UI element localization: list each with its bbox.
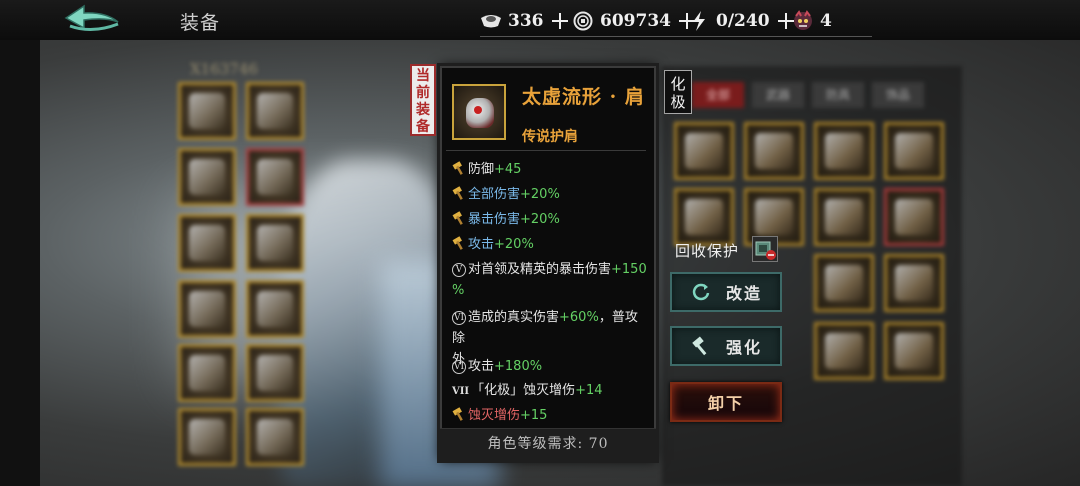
demon-resource: 4	[792, 8, 872, 37]
stat-line: VII 「化极」蚀灭增伤+14	[452, 380, 648, 402]
ingot-value: 336	[508, 11, 544, 31]
tab-accessory[interactable]: 饰品	[872, 82, 924, 108]
equip-slot[interactable]	[178, 280, 236, 338]
coin-resource: 609734	[572, 8, 705, 37]
inventory-slot[interactable]	[884, 322, 944, 380]
inventory-slot[interactable]	[884, 254, 944, 312]
stamina-value: 0/240	[716, 11, 770, 31]
shoulder-armor-icon	[452, 84, 506, 140]
stamina-resource: 0/240	[688, 8, 804, 37]
inventory-slot[interactable]	[674, 122, 734, 180]
back-arrow-icon[interactable]	[62, 4, 124, 36]
item-type: 传说护肩	[522, 129, 578, 145]
equip-slot[interactable]	[178, 408, 236, 466]
stat-line: 暴击伤害+20%	[452, 209, 648, 230]
tab-weapon[interactable]: 武器	[752, 82, 804, 108]
stat-line: 防御+45	[452, 159, 648, 180]
tab-all[interactable]: 全部	[692, 82, 744, 108]
tier-v-icon: V	[452, 263, 466, 277]
equip-slot[interactable]	[246, 148, 304, 206]
inventory-slot[interactable]	[814, 322, 874, 380]
recycle-protect-toggle[interactable]	[752, 236, 778, 262]
inventory-slot[interactable]	[884, 122, 944, 180]
item-name: 太虚流形 · 肩	[522, 86, 645, 108]
add-ingot-button[interactable]	[550, 11, 570, 31]
equipped-tag: 当 前 装 备	[410, 64, 436, 136]
stat-line: 攻击+20%	[452, 234, 648, 255]
hammer-icon	[452, 211, 463, 225]
stat-line: 蚀灭增伤+15	[452, 405, 648, 426]
level-requirement: 角色等级需求: 70	[440, 428, 656, 460]
equip-slot[interactable]	[246, 408, 304, 466]
inventory-slot[interactable]	[814, 122, 874, 180]
enhance-button[interactable]: 强化	[670, 326, 782, 366]
coin-value: 609734	[600, 11, 671, 31]
huaji-badge: 化 极	[664, 70, 692, 114]
refresh-icon	[690, 281, 712, 303]
top-bar: 装备 336 609734 0/240 4	[0, 0, 1080, 40]
tier-vi-icon: VI	[452, 311, 466, 325]
ingot-icon	[480, 10, 502, 32]
hammer-icon	[452, 407, 463, 421]
stat-line: V 对首领及精英的暴击伤害+150%	[452, 262, 647, 298]
inventory-slot[interactable]	[744, 122, 804, 180]
inventory-slot[interactable]	[674, 188, 734, 246]
demon-mask-icon	[792, 10, 814, 32]
hammer-icon	[452, 161, 463, 175]
equip-slot[interactable]	[178, 148, 236, 206]
reforge-button[interactable]: 改造	[670, 272, 782, 312]
tier-vii-icon: VII	[452, 386, 470, 397]
stat-line: VI 攻击+180%	[452, 359, 543, 374]
equip-slot[interactable]	[246, 344, 304, 402]
page-title: 装备	[180, 12, 221, 34]
inventory-slot[interactable]	[884, 188, 944, 246]
equip-slot[interactable]	[246, 214, 304, 272]
demon-value: 4	[820, 11, 832, 31]
divider	[446, 150, 646, 151]
stat-line: 全部伤害+20%	[452, 184, 648, 205]
lightning-icon	[688, 10, 710, 32]
equip-slot[interactable]	[178, 214, 236, 272]
equip-slot[interactable]	[246, 280, 304, 338]
tier-vi-icon: VI	[452, 360, 466, 374]
hammer-icon	[452, 186, 463, 200]
unequip-button[interactable]: 卸下	[670, 382, 782, 422]
inventory-slot[interactable]	[814, 188, 874, 246]
equip-slot[interactable]	[178, 82, 236, 140]
coin-icon	[572, 10, 594, 32]
inventory-slot[interactable]	[814, 254, 874, 312]
ingot-resource: 336	[480, 8, 578, 37]
lock-box-icon	[755, 241, 776, 260]
hammer-icon	[690, 335, 712, 357]
recycle-protect-label: 回收保护	[675, 242, 740, 260]
equip-slot[interactable]	[178, 344, 236, 402]
character-id: X163746	[190, 60, 258, 78]
equip-slot[interactable]	[246, 82, 304, 140]
hammer-icon	[452, 236, 463, 250]
tab-armor[interactable]: 防具	[812, 82, 864, 108]
